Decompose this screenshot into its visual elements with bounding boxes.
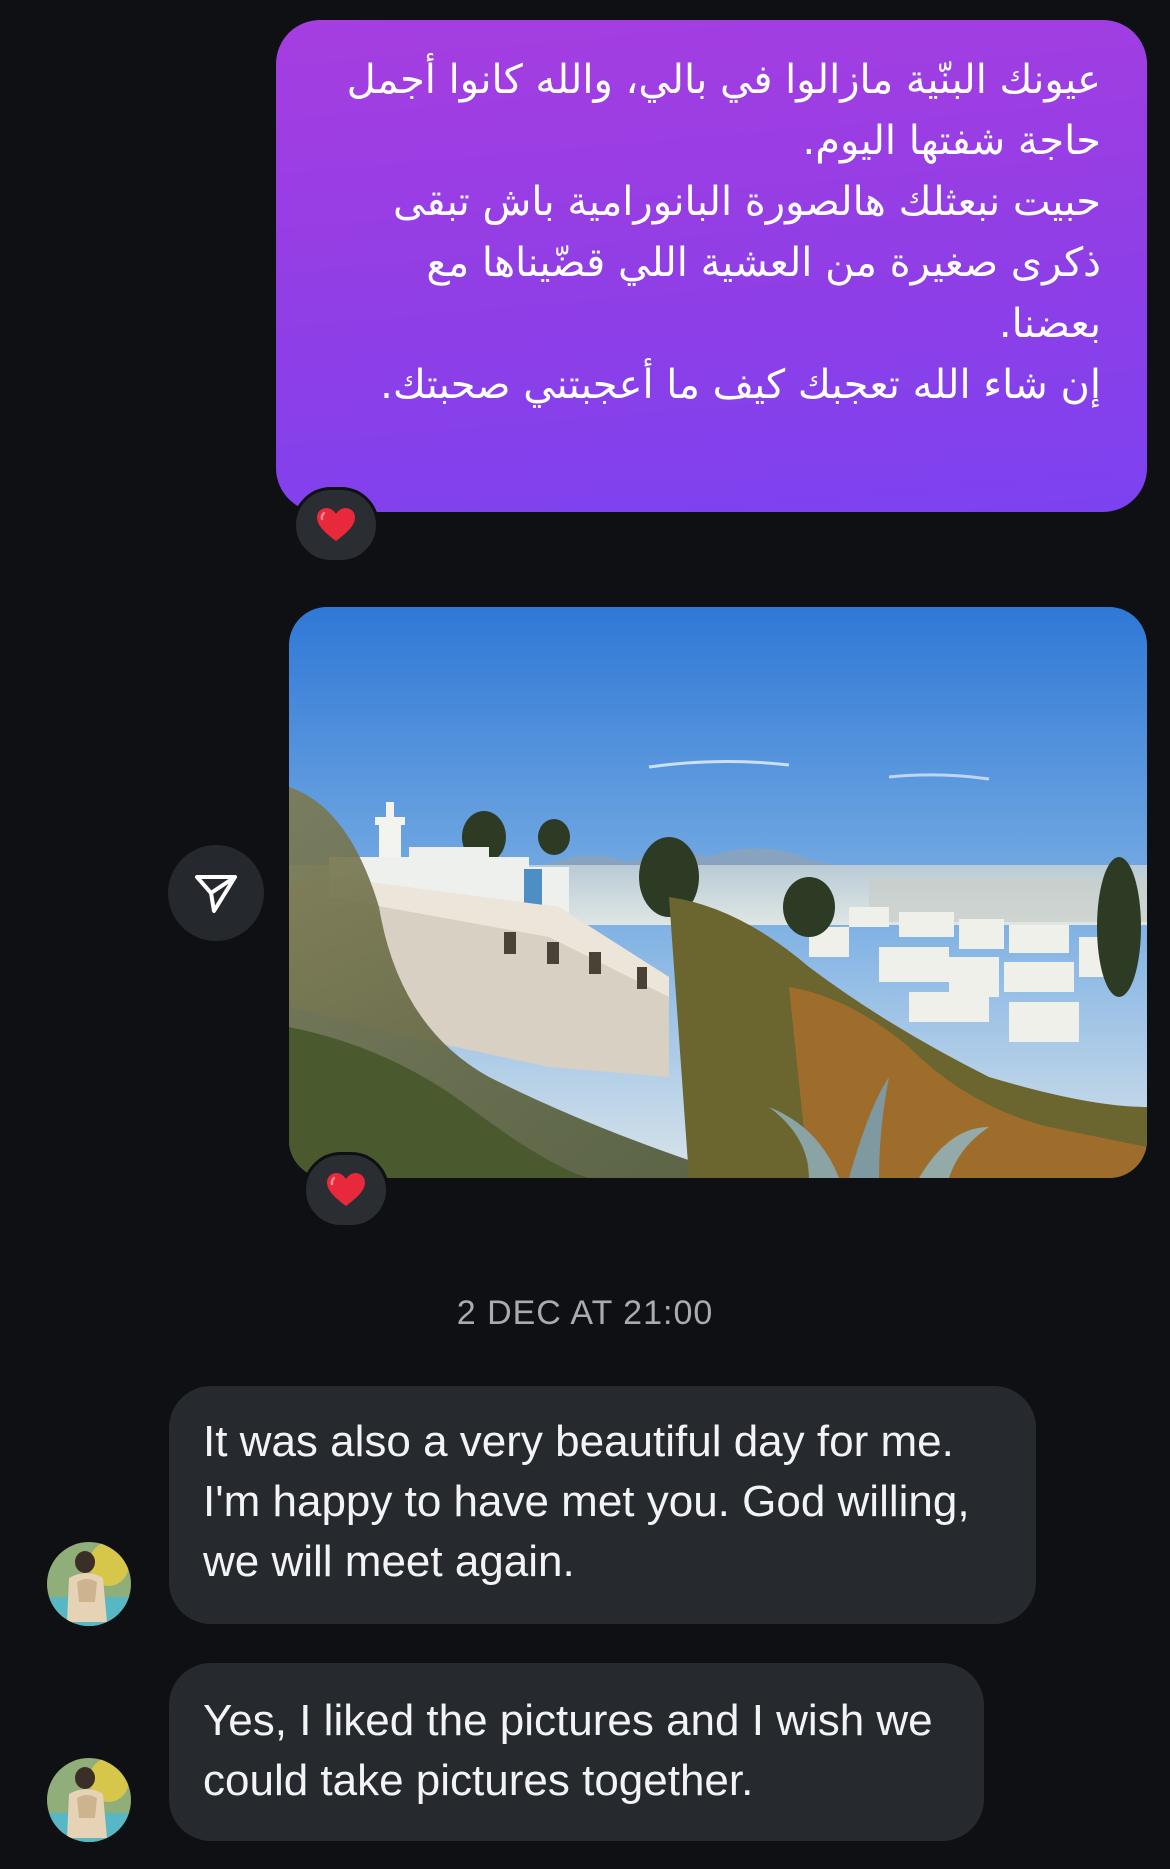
- shared-photo[interactable]: [289, 607, 1147, 1178]
- message-line: عيونك البنّية مازالوا في بالي، والله كان…: [346, 57, 1101, 164]
- heart-icon: [327, 1173, 365, 1206]
- incoming-message-bubble[interactable]: It was also a very beautiful day for me.…: [169, 1386, 1036, 1624]
- message-line: حبيت نبعثلك هالصورة البانورامية باش تبقى…: [393, 179, 1101, 347]
- outgoing-message-bubble[interactable]: عيونك البنّية مازالوا في بالي، والله كان…: [276, 20, 1147, 512]
- incoming-message-bubble[interactable]: Yes, I liked the pictures and I wish we …: [169, 1663, 984, 1841]
- chat-screen: عيونك البنّية مازالوا في بالي، والله كان…: [0, 0, 1170, 1869]
- avatar-image: [47, 1758, 131, 1842]
- message-line: إن شاء الله تعجبك كيف ما أعجبتني صحبتك.: [380, 362, 1101, 408]
- message-text: Yes, I liked the pictures and I wish we …: [203, 1696, 933, 1805]
- message-reaction[interactable]: [293, 487, 379, 563]
- panorama-photo: [289, 607, 1147, 1178]
- send-icon: [195, 875, 237, 913]
- avatar[interactable]: [47, 1542, 131, 1626]
- share-button[interactable]: [168, 845, 264, 941]
- photo-reaction[interactable]: [303, 1152, 389, 1228]
- message-text: It was also a very beautiful day for me.…: [203, 1417, 970, 1586]
- avatar[interactable]: [47, 1758, 131, 1842]
- timestamp: 2 DEC AT 21:00: [456, 1294, 714, 1332]
- heart-icon: [317, 508, 355, 541]
- avatar-image: [47, 1542, 131, 1626]
